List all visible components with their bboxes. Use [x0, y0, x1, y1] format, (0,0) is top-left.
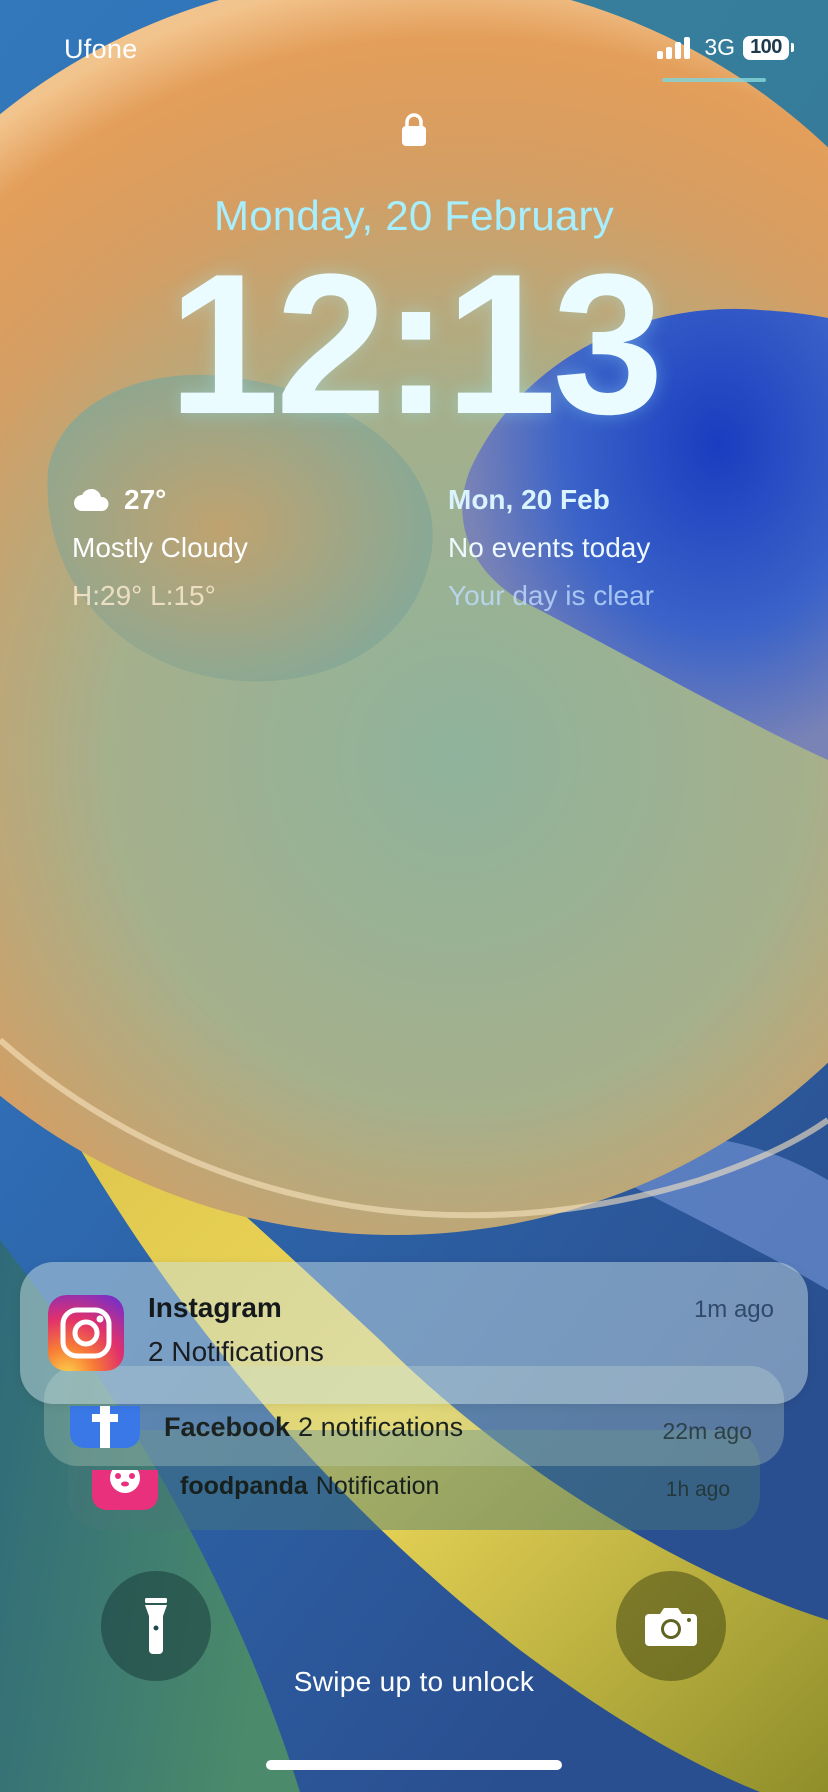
network-type: 3G [704, 34, 735, 60]
battery-tip [791, 43, 794, 52]
camera-icon [645, 1608, 697, 1646]
notification-app-name: Instagram [148, 1292, 282, 1323]
flashlight-icon [145, 1598, 167, 1654]
lock-screen: Ufone 3G 100 Monday, 20 February 12:13 2… [0, 0, 828, 1792]
notification-foodpanda-text: foodpanda Notification [180, 1472, 439, 1501]
battery-level: 100 [743, 35, 789, 60]
status-underline [662, 78, 766, 82]
notification-time: 1m ago [693, 1296, 774, 1323]
carrier-name: Ufone [64, 34, 138, 64]
notification-time: 1h ago [665, 1478, 730, 1501]
facebook-icon [70, 1406, 140, 1448]
notification-body: 2 Notifications [148, 1336, 324, 1367]
notification-body: Notification [315, 1472, 440, 1500]
battery-icon: 100 [743, 35, 794, 60]
cellular-signal-icon [657, 36, 691, 59]
foodpanda-icon [92, 1470, 158, 1510]
flashlight-button[interactable] [101, 1571, 211, 1681]
swipe-up-hint: Swipe up to unlock [293, 1666, 535, 1697]
notification-time: 22m ago [662, 1418, 752, 1444]
notification-body: 2 notifications [298, 1412, 464, 1442]
weather-condition: Mostly Cloudy [72, 532, 248, 563]
notification-app-name: foodpanda [180, 1472, 308, 1500]
lock-icon [402, 113, 426, 146]
notification-facebook-text: Facebook 2 notifications [164, 1412, 463, 1443]
calendar-events: No events today [448, 532, 651, 563]
camera-button[interactable] [616, 1571, 726, 1681]
notification-instagram[interactable]: Instagram 2 Notifications 1m ago [20, 1262, 808, 1404]
calendar-subtitle: Your day is clear [448, 580, 654, 611]
instagram-icon [48, 1295, 124, 1371]
status-indicators: 3G 100 [657, 34, 794, 61]
notification-app-name: Facebook [164, 1412, 291, 1442]
home-indicator[interactable] [266, 1760, 562, 1770]
lock-time: 12:13 [168, 233, 664, 456]
weather-widget[interactable]: 27° Mostly Cloudy H:29° L:15° [72, 484, 248, 612]
weather-high-low: H:29° L:15° [72, 580, 216, 611]
weather-temperature: 27° [124, 484, 167, 515]
calendar-date: Mon, 20 Feb [448, 484, 610, 515]
cloud-icon [74, 488, 109, 511]
calendar-widget[interactable]: Mon, 20 Feb No events today Your day is … [448, 484, 654, 612]
